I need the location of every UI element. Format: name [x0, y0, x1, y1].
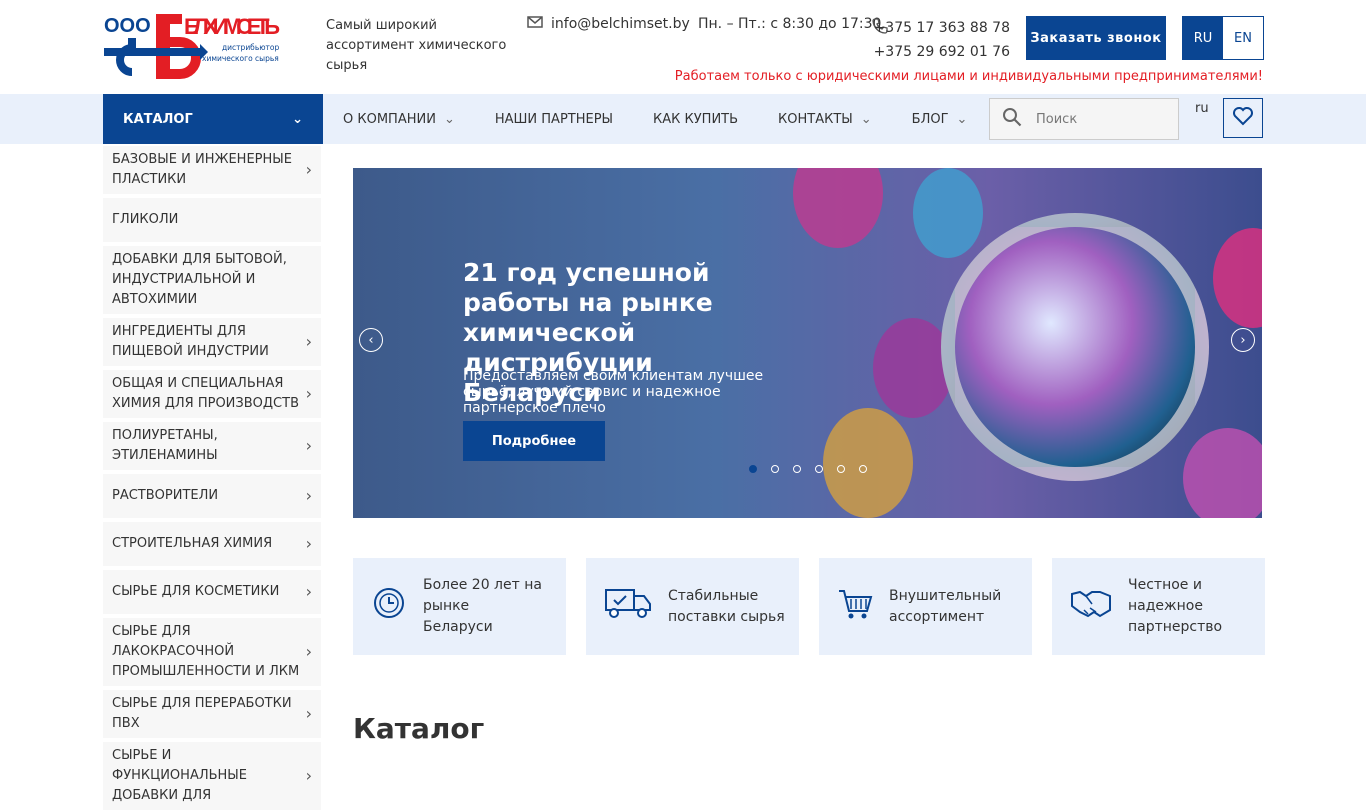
menu-partners[interactable]: НАШИ ПАРТНЕРЫ [495, 112, 613, 127]
mail-icon [527, 16, 543, 32]
chevron-right-icon: › [305, 332, 312, 351]
logo[interactable]: ООО ЕЛХИМСЕТЬ дистрибьютор химического с… [104, 12, 282, 80]
chevron-down-icon: ⌄ [443, 111, 455, 127]
sidebar-item[interactable]: ИНГРЕДИЕНТЫ ДЛЯ ПИЩЕВОЙ ИНДУСТРИИ › [103, 318, 321, 366]
slide-dot[interactable] [749, 465, 757, 473]
slide-dot[interactable] [771, 465, 779, 473]
sidebar-item[interactable]: СТРОИТЕЛЬНАЯ ХИМИЯ › [103, 522, 321, 566]
chevron-right-icon: › [305, 486, 312, 505]
chevron-right-icon: › [305, 384, 312, 403]
favorites-button[interactable] [1223, 98, 1263, 138]
chevron-right-icon: › [305, 436, 312, 455]
email-link[interactable]: info@belchimset.by [527, 16, 690, 32]
catalog-label: КАТАЛОГ [123, 111, 193, 127]
slide-image [941, 213, 1209, 481]
search-box[interactable]: Поиск [989, 98, 1179, 140]
menu-about[interactable]: О КОМПАНИИ ⌄ [343, 112, 455, 127]
features: Более 20 лет на рынке Беларуси Стабильны… [353, 558, 1265, 655]
sidebar-item[interactable]: СЫРЬЕ ДЛЯ ЛАКОКРАСОЧНОЙ ПРОМЫШЛЕННОСТИ И… [103, 618, 321, 686]
working-hours: Пн. – Пт.: с 8:30 до 17:30 [698, 16, 882, 32]
sidebar-item[interactable]: ДОБАВКИ ДЛЯ БЫТОВОЙ, ИНДУСТРИАЛЬНОЙ И АВ… [103, 246, 321, 314]
chevron-right-icon: › [305, 160, 312, 179]
order-call-button[interactable]: Заказать звонок [1026, 16, 1166, 60]
sidebar-item[interactable]: ОБЩАЯ И СПЕЦИАЛЬНАЯ ХИМИЯ ДЛЯ ПРОИЗВОДСТ… [103, 370, 321, 418]
heart-icon [1232, 106, 1254, 130]
clock-icon [371, 585, 407, 628]
feature-card: Честное и надежное партнерство [1052, 558, 1265, 655]
sidebar-item[interactable]: СЫРЬЕ ДЛЯ ПЕРЕРАБОТКИ ПВХ › [103, 690, 321, 738]
chevron-down-icon: ⌄ [956, 111, 968, 127]
sidebar-item[interactable]: РАСТВОРИТЕЛИ › [103, 474, 321, 518]
tagline: Самый широкий ассортимент химического сы… [326, 18, 507, 73]
svg-text:ООО: ООО [104, 15, 151, 37]
chevron-right-icon: › [305, 766, 312, 785]
sidebar-item[interactable]: СЫРЬЕ И ФУНКЦИОНАЛЬНЫЕ ДОБАВКИ ДЛЯ › [103, 742, 321, 810]
svg-text:дистрибьютор: дистрибьютор [222, 43, 280, 52]
main-menu: О КОМПАНИИ ⌄ НАШИ ПАРТНЕРЫ КАК КУПИТЬ КОН… [343, 94, 967, 144]
feature-card: Стабильные поставки сырья [586, 558, 799, 655]
chevron-right-icon: › [305, 642, 312, 661]
feature-card: Более 20 лет на рынке Беларуси [353, 558, 566, 655]
sidebar-item[interactable]: ПОЛИУРЕТАНЫ, ЭТИЛЕНАМИНЫ › [103, 422, 321, 470]
more-button[interactable]: Подробнее [463, 421, 605, 461]
prev-slide-button[interactable]: ‹ [359, 328, 383, 352]
email-text: info@belchimset.by [551, 16, 690, 32]
catalog-sidebar: БАЗОВЫЕ И ИНЖЕНЕРНЫЕ ПЛАСТИКИ › ГЛИКОЛИ Д… [103, 146, 321, 810]
search-input[interactable]: Поиск [1036, 112, 1077, 127]
menu-how-to-buy[interactable]: КАК КУПИТЬ [653, 112, 738, 127]
phone-2[interactable]: +375 29 692 01 76 [872, 40, 1010, 64]
slide-subtitle: Предоставляем своим клиентам лучшее сырь… [463, 368, 764, 416]
lang-indicator[interactable]: ru [1195, 101, 1209, 116]
notice: Работаем только с юридическими лицами и … [674, 69, 1263, 84]
feature-card: Внушительный ассортимент [819, 558, 1032, 655]
handshake-icon [1070, 586, 1112, 627]
slider-dots [749, 465, 867, 473]
slide-dot[interactable] [793, 465, 801, 473]
chevron-right-icon: › [1240, 332, 1246, 348]
lang-ru[interactable]: RU [1183, 17, 1223, 59]
sidebar-item[interactable]: ГЛИКОЛИ [103, 198, 321, 242]
phone-1[interactable]: +375 17 363 88 78 [872, 16, 1010, 40]
chevron-down-icon: ⌄ [860, 111, 872, 127]
lang-en[interactable]: EN [1223, 17, 1263, 59]
menu-blog[interactable]: БЛОГ ⌄ [912, 112, 968, 127]
search-icon[interactable] [1002, 107, 1022, 131]
slide-dot[interactable] [815, 465, 823, 473]
menu-contacts[interactable]: КОНТАКТЫ ⌄ [778, 112, 872, 127]
svg-text:ЕЛХИМСЕТЬ: ЕЛХИМСЕТЬ [184, 14, 280, 39]
language-switcher: RU EN [1182, 16, 1264, 60]
sidebar-item[interactable]: СЫРЬЕ ДЛЯ КОСМЕТИКИ › [103, 570, 321, 614]
catalog-menu-button[interactable]: КАТАЛОГ ⌄ [103, 94, 323, 144]
cart-icon [837, 585, 873, 628]
svg-text:химического сырья: химического сырья [202, 54, 279, 63]
truck-icon [604, 586, 652, 627]
chevron-right-icon: › [305, 582, 312, 601]
next-slide-button[interactable]: › [1231, 328, 1255, 352]
chevron-right-icon: › [305, 704, 312, 723]
catalog-heading: Каталог [353, 712, 485, 745]
chevron-left-icon: ‹ [368, 332, 374, 348]
slide-dot[interactable] [837, 465, 845, 473]
sidebar-item[interactable]: БАЗОВЫЕ И ИНЖЕНЕРНЫЕ ПЛАСТИКИ › [103, 146, 321, 194]
chevron-right-icon: › [305, 534, 312, 553]
hero-slider: 21 год успешной работы на рынке химическ… [353, 168, 1262, 518]
slide-dot[interactable] [859, 465, 867, 473]
chevron-down-icon: ⌄ [292, 111, 303, 127]
